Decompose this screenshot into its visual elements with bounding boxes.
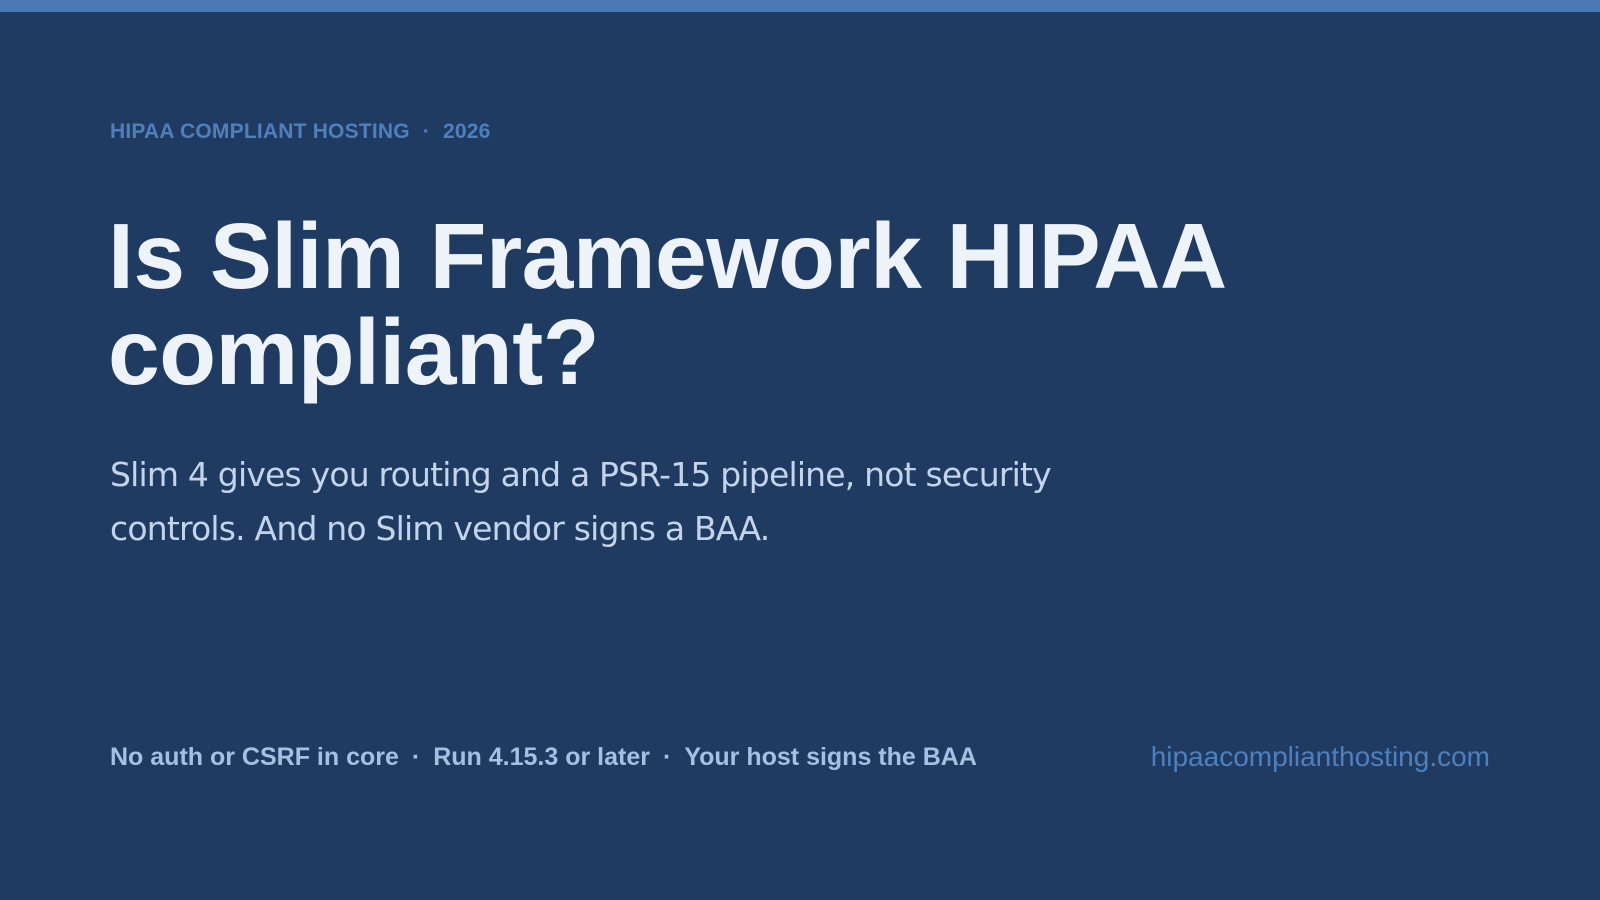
eyebrow-brand: HIPAA COMPLIANT HOSTING bbox=[110, 120, 410, 143]
eyebrow: HIPAA COMPLIANT HOSTING · 2026 bbox=[110, 119, 491, 145]
key-point: Your host signs the BAA bbox=[684, 743, 977, 771]
eyebrow-year: 2026 bbox=[442, 120, 491, 143]
key-point: No auth or CSRF in core bbox=[110, 743, 399, 771]
key-point-separator: · bbox=[411, 743, 421, 771]
page-title: Is Slim Framework HIPAA compliant? bbox=[108, 204, 1224, 404]
eyebrow-separator: · bbox=[422, 120, 430, 143]
key-point: Run 4.15.3 or later bbox=[433, 743, 650, 771]
top-accent-bar bbox=[0, 0, 1600, 12]
subtitle: Slim 4 gives you routing and a PSR-15 pi… bbox=[110, 455, 1052, 548]
key-point-separator: · bbox=[662, 743, 672, 771]
key-points: No auth or CSRF in core · Run 4.15.3 or la… bbox=[110, 742, 977, 772]
site-url[interactable]: hipaacomplianthosting.com bbox=[1151, 742, 1490, 772]
